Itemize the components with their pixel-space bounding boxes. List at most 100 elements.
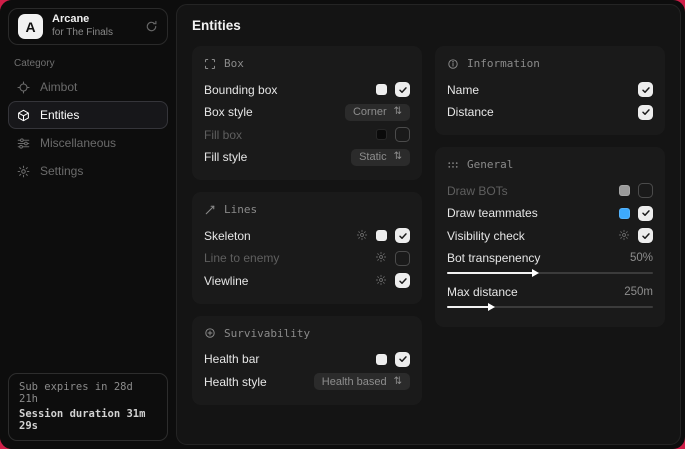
checkbox-viewline[interactable]	[395, 273, 410, 288]
card-title: Lines	[224, 203, 257, 216]
sub-expiry-text: Sub expires in 28d 21h	[19, 381, 157, 405]
row-label: Fill style	[204, 150, 351, 164]
box-brackets-icon	[204, 58, 216, 70]
color-swatch[interactable]	[376, 84, 387, 95]
column-right: Information Name Distance General Draw BOTs D…	[435, 46, 665, 405]
cube-icon	[16, 109, 30, 122]
setting-row-draw-bots: Draw BOTs	[447, 180, 653, 202]
main-panel: Entities BoxBounding boxBox styleCorner⇅…	[176, 4, 681, 445]
brand-card: A Arcane for The Finals	[8, 8, 168, 45]
card-title: Box	[224, 57, 244, 70]
dropdown-box-style[interactable]: Corner⇅	[345, 104, 410, 121]
slider-row-bot-transpenency: Bot transpenency50%	[447, 251, 653, 281]
app-window: A Arcane for The Finals Category	[0, 0, 685, 449]
color-swatch[interactable]	[376, 129, 387, 140]
card-information: Information Name Distance	[435, 46, 665, 135]
row-label: Skeleton	[204, 229, 356, 243]
card-title: Survivability	[224, 327, 310, 340]
category-label: Category	[14, 58, 176, 69]
slider-thumb[interactable]	[532, 269, 539, 277]
setting-row-name: Name	[447, 79, 653, 101]
column-left: BoxBounding boxBox styleCorner⇅Fill boxF…	[192, 46, 422, 405]
setting-row-visibility-check: Visibility check	[447, 225, 653, 247]
gear-icon[interactable]	[356, 229, 368, 243]
sidebar-nav: Aimbot Entities Miscellaneous	[0, 73, 176, 185]
slider-bot-transpenency[interactable]	[447, 268, 653, 278]
setting-row-box-style: Box styleCorner⇅	[204, 102, 410, 124]
row-label: Viewline	[204, 274, 375, 288]
gear-icon[interactable]	[375, 274, 387, 288]
slider-fill	[447, 306, 490, 308]
card-survivability: SurvivabilityHealth barHealth styleHealt…	[192, 316, 422, 405]
setting-row-distance: Distance	[447, 102, 653, 124]
checkbox-fill-box[interactable]	[395, 127, 410, 142]
color-swatch[interactable]	[376, 230, 387, 241]
session-duration-text: Session duration 31m 29s	[19, 408, 157, 432]
chevrons-up-down-icon: ⇅	[394, 377, 402, 387]
slider-label: Bot transpenency	[447, 251, 630, 265]
sliders-icon	[16, 137, 30, 150]
sidebar: A Arcane for The Finals Category	[0, 0, 176, 449]
app-subtitle: for The Finals	[52, 27, 136, 40]
page-title: Entities	[192, 18, 665, 33]
setting-row-skeleton: Skeleton	[204, 225, 410, 247]
refresh-icon[interactable]	[145, 20, 158, 33]
checkbox-visibility-check[interactable]	[638, 228, 653, 243]
setting-row-bounding-box: Bounding box	[204, 79, 410, 101]
slider-value: 50%	[630, 252, 653, 264]
checkbox-health-bar[interactable]	[395, 352, 410, 367]
chevrons-up-down-icon: ⇅	[394, 152, 402, 162]
checkbox-skeleton[interactable]	[395, 228, 410, 243]
gear-icon	[16, 165, 30, 178]
setting-row-health-bar: Health bar	[204, 349, 410, 371]
slider-max-distance[interactable]	[447, 302, 653, 312]
dropdown-value: Corner	[353, 106, 387, 118]
sidebar-item-entities[interactable]: Entities	[8, 101, 168, 129]
checkbox-distance[interactable]	[638, 105, 653, 120]
row-label: Distance	[447, 105, 638, 119]
row-label: Name	[447, 83, 638, 97]
survivability-icon	[204, 327, 216, 339]
sidebar-item-label: Aimbot	[40, 80, 77, 94]
sidebar-item-settings[interactable]: Settings	[8, 157, 168, 185]
card-general: General Draw BOTs Draw teammates Visibility…	[435, 147, 665, 327]
setting-row-draw-teammates: Draw teammates	[447, 203, 653, 225]
info-icon	[447, 58, 459, 70]
dropdown-fill-style[interactable]: Static ⇅	[351, 149, 410, 166]
checkbox-bounding-box[interactable]	[395, 82, 410, 97]
slider-thumb[interactable]	[488, 303, 495, 311]
setting-row-line-to-enemy: Line to enemy	[204, 248, 410, 270]
session-info-box: Sub expires in 28d 21h Session duration …	[8, 373, 168, 441]
crosshair-icon	[16, 81, 30, 94]
gear-icon[interactable]	[375, 251, 387, 265]
slider-fill	[447, 272, 534, 274]
grid-icon	[447, 159, 459, 171]
color-swatch[interactable]	[619, 185, 630, 196]
dropdown-health-style[interactable]: Health based ⇅	[314, 373, 410, 390]
app-logo: A	[18, 14, 43, 39]
checkbox-draw-bots[interactable]	[638, 183, 653, 198]
setting-row-fill-box: Fill box	[204, 124, 410, 146]
gear-icon[interactable]	[618, 229, 630, 243]
checkbox-name[interactable]	[638, 82, 653, 97]
sidebar-item-miscellaneous[interactable]: Miscellaneous	[8, 129, 168, 157]
row-label: Draw BOTs	[447, 184, 619, 198]
setting-row-viewline: Viewline	[204, 270, 410, 292]
dropdown-value: Health based	[322, 376, 387, 388]
sidebar-item-aimbot[interactable]: Aimbot	[8, 73, 168, 101]
sidebar-item-label: Settings	[40, 164, 83, 178]
dropdown-value: Static	[359, 151, 387, 163]
checkbox-line-to-enemy[interactable]	[395, 251, 410, 266]
color-swatch[interactable]	[619, 208, 630, 219]
card-title: General	[467, 158, 513, 171]
row-label: Box style	[204, 105, 345, 119]
sidebar-item-label: Miscellaneous	[40, 136, 116, 150]
card-box: BoxBounding boxBox styleCorner⇅Fill boxF…	[192, 46, 422, 180]
row-label: Visibility check	[447, 229, 618, 243]
color-swatch[interactable]	[376, 354, 387, 365]
row-label: Bounding box	[204, 83, 376, 97]
slider-value: 250m	[624, 286, 653, 298]
card-title: Information	[467, 57, 540, 70]
checkbox-draw-teammates[interactable]	[638, 206, 653, 221]
line-icon	[204, 204, 216, 216]
